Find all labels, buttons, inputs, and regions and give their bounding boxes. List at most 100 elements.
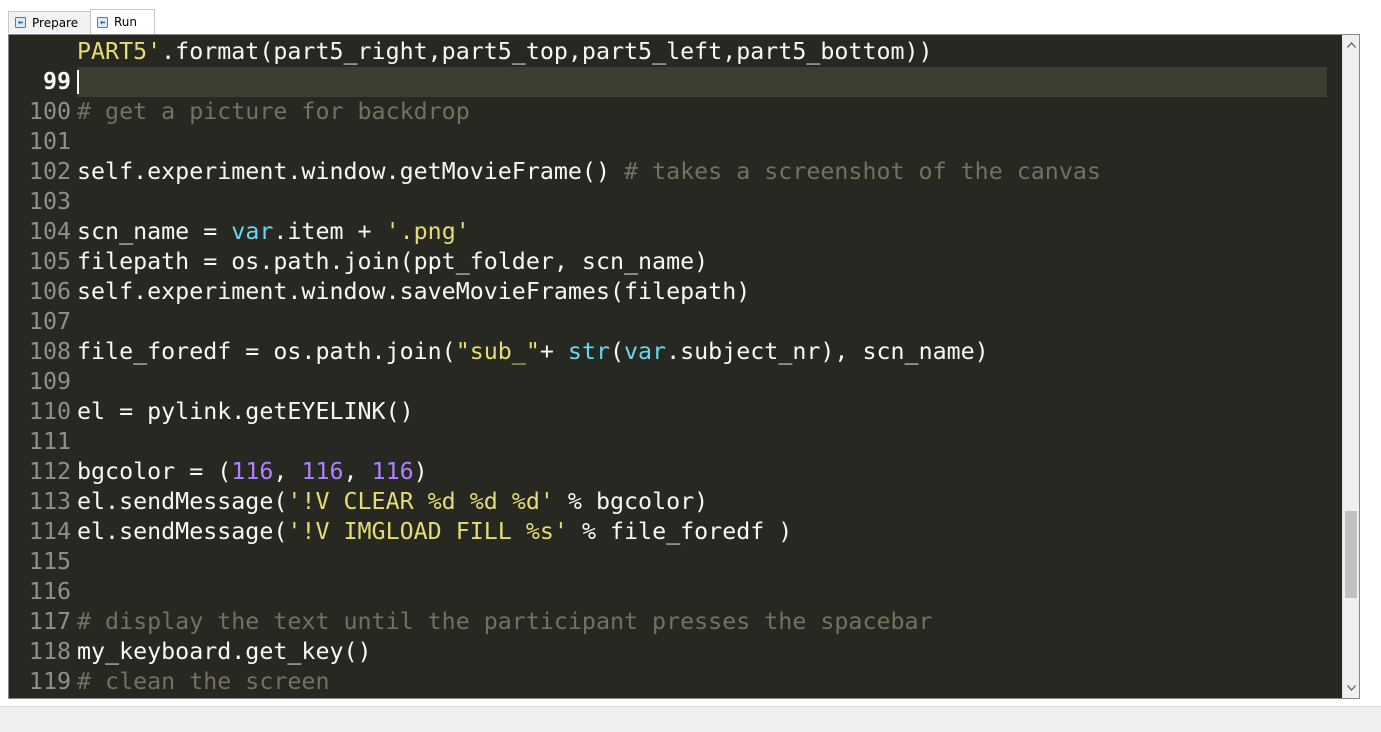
code-text[interactable]: # get a picture for backdrop (77, 97, 1327, 127)
code-text[interactable]: filepath = os.path.join(ppt_folder, scn_… (77, 247, 1327, 277)
code-token: # get a picture for backdrop (77, 98, 470, 125)
code-token: , (273, 458, 302, 485)
code-token: str (567, 338, 610, 365)
code-text[interactable]: PART5'.format(part5_right,part5_top,part… (77, 37, 1327, 67)
code-line[interactable]: 110 el = pylink.getEYELINK() (9, 397, 1329, 427)
code-line[interactable]: 111 (9, 427, 1329, 457)
vertical-scrollbar[interactable] (1342, 35, 1359, 698)
code-editor[interactable]: PART5'.format(part5_right,part5_top,part… (8, 34, 1360, 699)
code-line[interactable]: 113 el.sendMessage('!V CLEAR %d %d %d' % … (9, 487, 1329, 517)
code-line[interactable]: 109 (9, 367, 1329, 397)
line-number: 99 (42, 68, 71, 95)
code-text[interactable]: el = pylink.getEYELINK() (77, 397, 1327, 427)
code-token: # takes a screenshot of the canvas (624, 158, 1101, 185)
tab-run-label: Run (114, 15, 138, 29)
code-line[interactable]: 112 bgcolor = (116, 116, 116) (9, 457, 1329, 487)
code-token: var (624, 338, 667, 365)
line-number: 104 (28, 218, 71, 245)
code-area[interactable]: PART5'.format(part5_right,part5_top,part… (9, 35, 1329, 698)
line-number: 106 (28, 278, 71, 305)
line-number: 102 (28, 158, 71, 185)
code-line[interactable]: 102 self.experiment.window.getMovieFrame(… (9, 157, 1329, 187)
line-number: 118 (28, 638, 71, 665)
code-line[interactable]: PART5'.format(part5_right,part5_top,part… (9, 37, 1329, 67)
line-number: 119 (28, 668, 71, 695)
tab-bar: Prepare Run (0, 0, 1381, 34)
code-token: el.sendMessage( (77, 488, 288, 515)
code-line[interactable]: 106 self.experiment.window.saveMovieFrame… (9, 277, 1329, 307)
chevron-down-icon (1346, 685, 1356, 691)
tab-prepare-label: Prepare (32, 15, 79, 30)
code-token: % file_foredf ) (567, 518, 793, 545)
code-token: # display the text until the participant… (77, 608, 933, 635)
scroll-down-arrow[interactable] (1343, 680, 1359, 696)
code-line[interactable]: 117 # display the text until the particip… (9, 607, 1329, 637)
code-token: .format(part5_right,part5_top,part5_left… (161, 38, 933, 65)
code-token: ) (413, 458, 428, 485)
code-line[interactable]: 115 (9, 547, 1329, 577)
code-token: "sub_" (455, 338, 540, 365)
code-line[interactable]: 114 el.sendMessage('!V IMGLOAD FILL %s' %… (9, 517, 1329, 547)
code-line[interactable]: 103 (9, 187, 1329, 217)
code-text[interactable] (77, 427, 1327, 457)
code-token: '!V IMGLOAD FILL %s' (287, 518, 568, 545)
code-token: 116 (371, 458, 414, 485)
code-token: file_foredf = os.path.join( (77, 338, 456, 365)
code-text[interactable] (77, 577, 1327, 607)
code-token: % bgcolor) (553, 488, 709, 515)
code-text[interactable]: self.experiment.window.getMovieFrame() #… (77, 157, 1327, 187)
code-text[interactable]: scn_name = var.item + '.png' (77, 217, 1327, 247)
tab-run[interactable]: Run (90, 9, 155, 34)
scroll-up-arrow[interactable] (1343, 37, 1359, 53)
line-number: 115 (28, 548, 71, 575)
code-text[interactable]: file_foredf = os.path.join("sub_"+ str(v… (77, 337, 1327, 367)
script-icon (97, 16, 108, 28)
code-token: 116 (231, 458, 274, 485)
code-token: filepath = os.path.join(ppt_folder, scn_… (77, 248, 709, 275)
code-line[interactable]: 118 my_keyboard.get_key() (9, 637, 1329, 667)
code-text[interactable] (77, 547, 1327, 577)
code-line[interactable]: 100 # get a picture for backdrop (9, 97, 1329, 127)
code-line[interactable]: 101 (9, 127, 1329, 157)
code-token: self.experiment.window.getMovieFrame() (77, 158, 625, 185)
code-token: el.sendMessage( (77, 518, 288, 545)
line-number: 107 (28, 308, 71, 335)
code-text[interactable]: el.sendMessage('!V CLEAR %d %d %d' % bgc… (77, 487, 1327, 517)
code-text[interactable] (77, 187, 1327, 217)
code-text[interactable]: my_keyboard.get_key() (77, 637, 1327, 667)
code-text[interactable] (77, 307, 1327, 337)
code-text[interactable] (77, 67, 1327, 97)
code-token: ( (610, 338, 625, 365)
code-text[interactable]: # display the text until the participant… (77, 607, 1327, 637)
code-line[interactable]: 105 filepath = os.path.join(ppt_folder, s… (9, 247, 1329, 277)
code-line[interactable]: 119 # clean the screen (9, 667, 1329, 697)
line-number: 113 (28, 488, 71, 515)
code-text[interactable] (77, 127, 1327, 157)
scroll-thumb[interactable] (1345, 511, 1357, 598)
code-text[interactable]: self.experiment.window.saveMovieFrames(f… (77, 277, 1327, 307)
editor-bottom-margin (8, 699, 1360, 705)
chevron-up-icon (1346, 42, 1356, 48)
code-token: , (343, 458, 372, 485)
code-line[interactable]: 108 file_foredf = os.path.join("sub_"+ st… (9, 337, 1329, 367)
code-text[interactable]: el.sendMessage('!V IMGLOAD FILL %s' % fi… (77, 517, 1327, 547)
code-token: # clean the screen (77, 668, 330, 695)
line-number: 105 (28, 248, 71, 275)
code-token: '.png' (385, 218, 470, 245)
script-icon (15, 17, 26, 28)
code-token: .item + (273, 218, 386, 245)
line-number: 111 (28, 428, 71, 455)
code-line[interactable]: 99 (9, 67, 1329, 97)
line-number: 116 (28, 578, 71, 605)
code-line[interactable]: 116 (9, 577, 1329, 607)
line-number: 108 (28, 338, 71, 365)
code-token: scn_name = (77, 218, 232, 245)
code-token: bgcolor = ( (77, 458, 232, 485)
code-text[interactable]: # clean the screen (77, 667, 1327, 697)
code-line[interactable]: 104 scn_name = var.item + '.png' (9, 217, 1329, 247)
line-number: 100 (28, 98, 71, 125)
tab-prepare[interactable]: Prepare (8, 11, 91, 33)
code-text[interactable]: bgcolor = (116, 116, 116) (77, 457, 1327, 487)
code-text[interactable] (77, 367, 1327, 397)
code-line[interactable]: 107 (9, 307, 1329, 337)
